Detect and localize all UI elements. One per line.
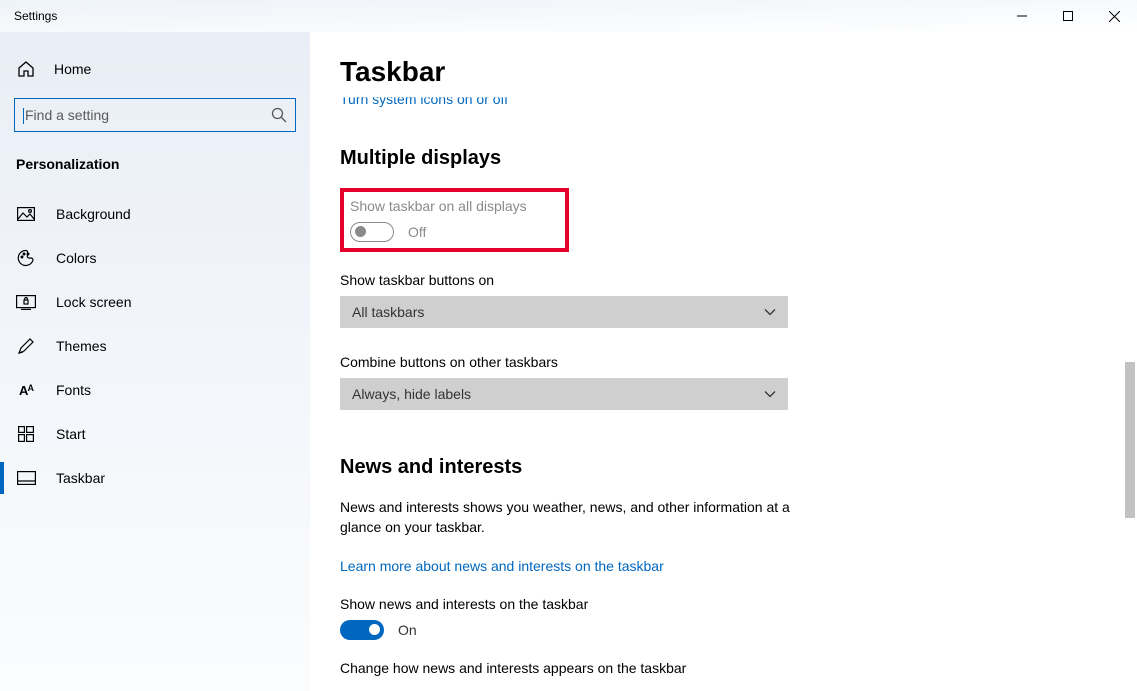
- label-show-news: Show news and interests on the taskbar: [340, 596, 1107, 612]
- title-bar: Settings: [0, 0, 1137, 32]
- highlight-box: Show taskbar on all displays Off: [340, 188, 569, 252]
- sidebar-item-background[interactable]: Background: [0, 192, 310, 236]
- link-learn-news-interests[interactable]: Learn more about news and interests on t…: [340, 558, 664, 574]
- sidebar-item-label: Lock screen: [56, 294, 131, 310]
- window-title: Settings: [14, 9, 57, 23]
- page-title: Taskbar: [340, 56, 1107, 88]
- toggle-show-news[interactable]: [340, 620, 384, 640]
- sidebar-item-colors[interactable]: Colors: [0, 236, 310, 280]
- sidebar-item-label: Taskbar: [56, 470, 105, 486]
- news-description: News and interests shows you weather, ne…: [340, 497, 800, 538]
- picture-icon: [17, 207, 35, 221]
- sidebar-item-label: Start: [56, 426, 86, 442]
- minimize-button[interactable]: [999, 0, 1045, 32]
- sidebar-item-label: Colors: [56, 250, 96, 266]
- label-news-appearance: Change how news and interests appears on…: [340, 660, 1107, 676]
- heading-multiple-displays: Multiple displays: [340, 147, 1107, 170]
- start-icon: [18, 426, 34, 442]
- themes-icon: [17, 337, 35, 355]
- maximize-button[interactable]: [1045, 0, 1091, 32]
- label-show-taskbar-all: Show taskbar on all displays: [350, 198, 527, 214]
- dropdown-taskbar-buttons-on[interactable]: All taskbars: [340, 296, 788, 328]
- sidebar-item-lockscreen[interactable]: Lock screen: [0, 280, 310, 324]
- close-icon: [1109, 11, 1120, 22]
- sidebar-item-fonts[interactable]: AA Fonts: [0, 368, 310, 412]
- nav-home[interactable]: Home: [0, 50, 310, 88]
- main-content: Taskbar Turn system icons on or off Mult…: [310, 32, 1137, 691]
- home-icon: [17, 60, 35, 78]
- toggle-state-show-news: On: [398, 622, 417, 638]
- maximize-icon: [1063, 11, 1073, 21]
- toggle-show-taskbar-all[interactable]: [350, 222, 394, 242]
- dropdown-value: Always, hide labels: [352, 386, 471, 402]
- search-input[interactable]: Find a setting: [14, 98, 296, 132]
- chevron-down-icon: [764, 308, 776, 316]
- sidebar-item-label: Background: [56, 206, 131, 222]
- sidebar-item-start[interactable]: Start: [0, 412, 310, 456]
- nav-home-label: Home: [54, 61, 91, 77]
- sidebar-item-label: Fonts: [56, 382, 91, 398]
- sidebar-item-taskbar[interactable]: Taskbar: [0, 456, 310, 500]
- dropdown-value: All taskbars: [352, 304, 424, 320]
- sidebar: Home Find a setting Personalization Back…: [0, 32, 310, 691]
- fonts-icon: AA: [16, 383, 36, 398]
- window-controls: [999, 0, 1137, 32]
- close-button[interactable]: [1091, 0, 1137, 32]
- taskbar-icon: [17, 471, 36, 485]
- sidebar-item-label: Themes: [56, 338, 107, 354]
- search-placeholder: Find a setting: [23, 107, 109, 123]
- sidebar-section-label: Personalization: [0, 150, 310, 186]
- heading-news-interests: News and interests: [340, 456, 1107, 479]
- sidebar-item-themes[interactable]: Themes: [0, 324, 310, 368]
- lock-screen-icon: [16, 295, 36, 310]
- minimize-icon: [1017, 11, 1027, 21]
- label-combine-buttons: Combine buttons on other taskbars: [340, 354, 1107, 370]
- search-icon: [271, 107, 287, 123]
- vertical-scrollbar[interactable]: [1122, 126, 1137, 691]
- palette-icon: [17, 249, 35, 267]
- toggle-state-show-taskbar-all: Off: [408, 224, 426, 240]
- scrollbar-thumb[interactable]: [1125, 362, 1135, 518]
- link-system-icons[interactable]: Turn system icons on or off: [340, 91, 1107, 107]
- dropdown-combine-buttons[interactable]: Always, hide labels: [340, 378, 788, 410]
- label-taskbar-buttons-on: Show taskbar buttons on: [340, 272, 1107, 288]
- chevron-down-icon: [764, 390, 776, 398]
